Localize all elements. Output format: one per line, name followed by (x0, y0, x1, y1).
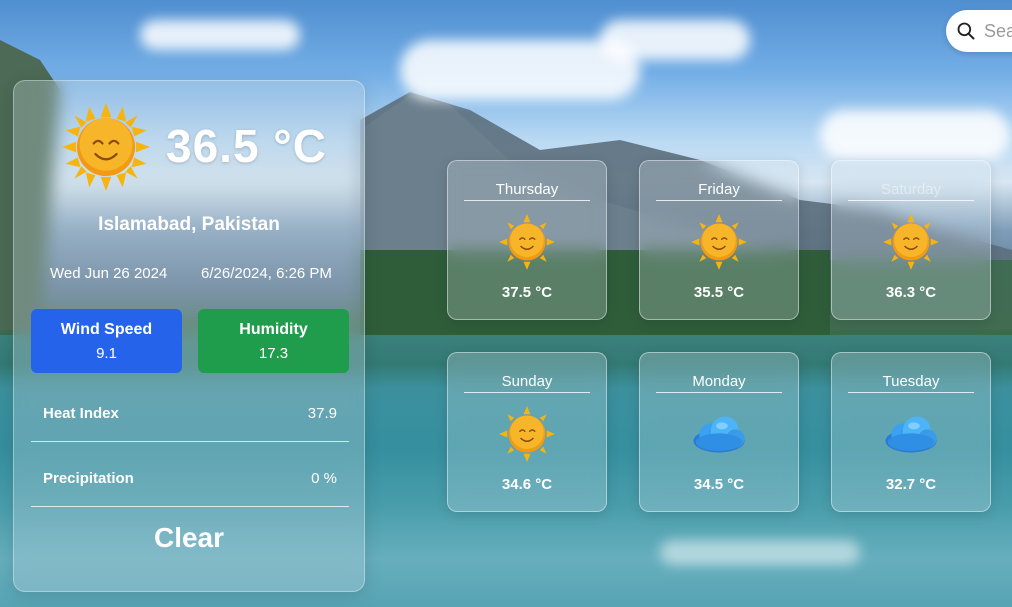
forecast-card: Friday 35.5 °C (639, 160, 799, 320)
search-icon (957, 22, 975, 40)
forecast-card: Thursday 37.5 °C (447, 160, 607, 320)
forecast-day: Tuesday (848, 373, 974, 393)
forecast-card: Monday 34.5 °C (639, 352, 799, 512)
current-weather-card: 36.5 °C Islamabad, Pakistan Wed Jun 26 2… (13, 80, 365, 592)
weather-condition: Clear (153, 522, 225, 553)
forecast-day: Sunday (464, 373, 590, 393)
sun-icon (883, 214, 939, 270)
cloud-icon (885, 416, 937, 453)
current-date: Wed Jun 26 2024 (50, 265, 168, 282)
sun-icon (691, 214, 747, 270)
current-temperature: 36.5 °C (166, 120, 327, 172)
forecast-temperature: 36.3 °C (885, 284, 937, 301)
cloud-icon (693, 416, 745, 453)
precipitation-row: Precipitation 0 % (31, 458, 349, 507)
location-name: Islamabad, Pakistan (98, 214, 280, 235)
precipitation-label: Precipitation (43, 469, 134, 487)
forecast-day: Thursday (464, 181, 590, 201)
precipitation-value: 0 % (311, 469, 337, 487)
sun-icon (499, 214, 555, 270)
humidity-label: Humidity (239, 321, 308, 338)
forecast-temperature: 37.5 °C (501, 284, 553, 301)
forecast-card: Sunday 34.6 °C (447, 352, 607, 512)
heat-index-row: Heat Index 37.9 (31, 393, 349, 442)
forecast-temperature: 32.7 °C (885, 476, 937, 493)
forecast-temperature: 34.6 °C (501, 476, 553, 493)
heat-index-label: Heat Index (43, 404, 119, 422)
current-datetime: 6/26/2024, 6:26 PM (201, 265, 332, 282)
sun-icon (62, 103, 150, 191)
humidity-box: Humidity 17.3 (198, 309, 349, 373)
search-box[interactable] (946, 10, 1012, 52)
humidity-value: 17.3 (258, 345, 289, 362)
search-input[interactable] (982, 19, 1012, 43)
forecast-temperature: 35.5 °C (693, 284, 745, 301)
heat-index-value: 37.9 (307, 404, 337, 422)
wind-speed-value: 9.1 (96, 345, 117, 362)
forecast-day: Saturday (848, 181, 974, 201)
forecast-day: Friday (656, 181, 782, 201)
forecast-card: Saturday 36.3 °C (831, 160, 991, 320)
wind-speed-box: Wind Speed 9.1 (31, 309, 182, 373)
forecast-day: Monday (656, 373, 782, 393)
forecast-temperature: 34.5 °C (693, 476, 745, 493)
wind-speed-label: Wind Speed (60, 321, 153, 338)
sun-icon (499, 406, 555, 462)
forecast-card: Tuesday 32.7 °C (831, 352, 991, 512)
